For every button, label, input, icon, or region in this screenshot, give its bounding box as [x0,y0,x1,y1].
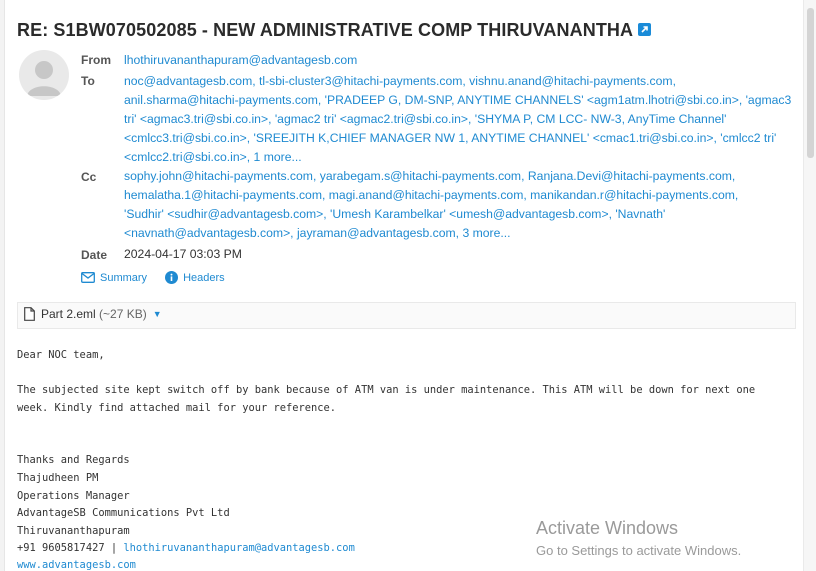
signature-website-link[interactable]: www.advantagesb.com [17,559,136,571]
scrollbar-thumb[interactable] [807,8,814,158]
open-external-icon[interactable] [638,22,652,36]
activate-windows-title: Activate Windows [536,518,679,538]
subject-text: RE: S1BW070502085 - NEW ADMINISTRATIVE C… [17,20,634,40]
info-icon [165,271,179,284]
to-label: To [81,74,95,88]
cc-line: sophy.john@hitachi-payments.com, yarabeg… [124,169,736,183]
to-line: tri' <agmac3.tri@sbi.co.in>, 'agmac2 tri… [124,112,727,126]
document-icon [24,307,35,321]
body-greeting: Dear NOC team, [17,349,105,361]
signature-phone: +91 9605817427 | [17,542,124,554]
email-date: 2024-04-17 03:03 PM [124,247,242,261]
sender-avatar [19,50,69,100]
date-label: Date [81,248,108,262]
cc-line: hemalatha.1@hitachi-payments.com, magi.a… [124,188,739,202]
summary-label: Summary [100,271,148,284]
to-line: noc@advantagesb.com, tl-sbi-cluster3@hit… [124,74,676,88]
signature-contact: +91 9605817427 | lhothiruvananthapuram@a… [17,542,355,554]
headers-button[interactable]: Headers [165,271,225,284]
attachment-name: Part 2.eml [41,307,96,321]
cc-more-link[interactable]: 3 more... [462,226,510,240]
signature-email-link[interactable]: lhothiruvananthapuram@advantagesb.com [123,542,354,554]
header-actions: Summary Headers [81,271,243,284]
signature-line: Operations Manager [17,490,130,502]
signature-line: Thanks and Regards [17,454,130,466]
to-more-link[interactable]: 1 more... [254,150,302,164]
vertical-scrollbar[interactable] [803,0,816,571]
chevron-down-icon[interactable]: ▼ [153,309,162,319]
cc-line: <navnath@advantagesb.com>, jayraman@adva… [124,226,463,240]
from-address[interactable]: lhothiruvananthapuram@advantagesb.com [124,51,804,70]
signature-line: Thajudheen PM [17,472,99,484]
cc-recipients[interactable]: sophy.john@hitachi-payments.com, yarabeg… [124,167,804,243]
to-recipients[interactable]: noc@advantagesb.com, tl-sbi-cluster3@hit… [124,72,804,167]
person-icon [27,61,61,96]
attachment-item[interactable]: Part 2.eml (~27 KB) ▼ [24,307,162,321]
attachment-bar: Part 2.eml (~27 KB) ▼ [17,302,796,329]
to-line: <cmlcc2.tri@sbi.co.in>, [124,150,254,164]
signature-line: Thiruvananthapuram [17,525,130,537]
window-left-edge [0,0,5,571]
email-subject: RE: S1BW070502085 - NEW ADMINISTRATIVE C… [17,20,652,41]
envelope-icon [81,272,95,283]
from-label: From [81,53,111,67]
activate-windows-subtitle: Go to Settings to activate Windows. [536,543,742,558]
to-line: <cmlcc3.tri@sbi.co.in>, 'SREEJITH K,CHIE… [124,131,777,145]
body-line: week. Kindly find attached mail for your… [17,402,337,414]
body-line: The subjected site kept switch off by ba… [17,384,756,396]
cc-line: 'Sudhir' <sudhir@advantagesb.com>, 'Umes… [124,207,666,221]
signature-line: AdvantageSB Communications Pvt Ltd [17,507,230,519]
attachment-size: (~27 KB) [99,307,147,321]
headers-label: Headers [183,271,225,284]
cc-label: Cc [81,170,97,184]
to-line: anil.sharma@hitachi-payments.com, 'PRADE… [124,93,792,107]
summary-button[interactable]: Summary [81,272,147,284]
